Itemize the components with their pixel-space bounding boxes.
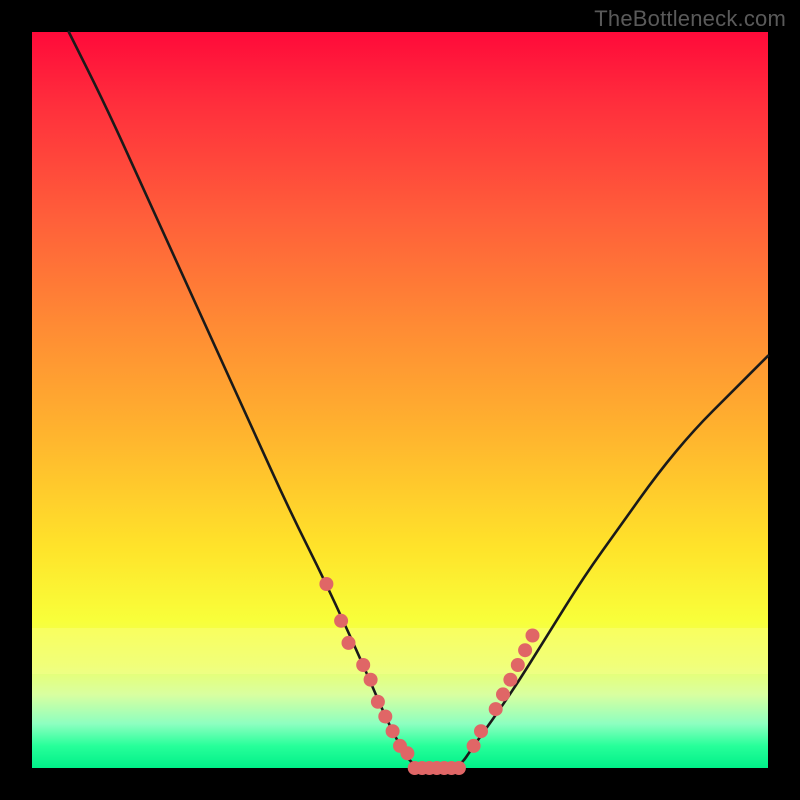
optimal-dot [342,636,356,650]
optimal-dots-group [319,577,539,775]
optimal-dot [319,577,333,591]
optimal-dot [526,629,540,643]
optimal-dot [511,658,525,672]
optimal-dot [496,687,510,701]
optimal-dot [422,761,436,775]
chart-stage: TheBottleneck.com [0,0,800,800]
optimal-dot [430,761,444,775]
optimal-dot [518,643,532,657]
optimal-dot [489,702,503,716]
highlight-band [32,628,768,674]
optimal-dot [364,673,378,687]
optimal-dot [474,724,488,738]
optimal-dot [467,739,481,753]
optimal-dot [400,746,414,760]
watermark-label: TheBottleneck.com [594,6,786,32]
optimal-dot [452,761,466,775]
optimal-dot [393,739,407,753]
optimal-dot [356,658,370,672]
curve-svg [32,32,768,768]
optimal-dot [437,761,451,775]
optimal-dot [408,761,422,775]
bottleneck-curve [69,32,768,768]
optimal-dot [378,710,392,724]
optimal-dot [371,695,385,709]
plot-area [32,32,768,768]
optimal-dot [386,724,400,738]
optimal-dot [415,761,429,775]
optimal-dot [503,673,517,687]
optimal-dot [334,614,348,628]
optimal-dot [445,761,459,775]
